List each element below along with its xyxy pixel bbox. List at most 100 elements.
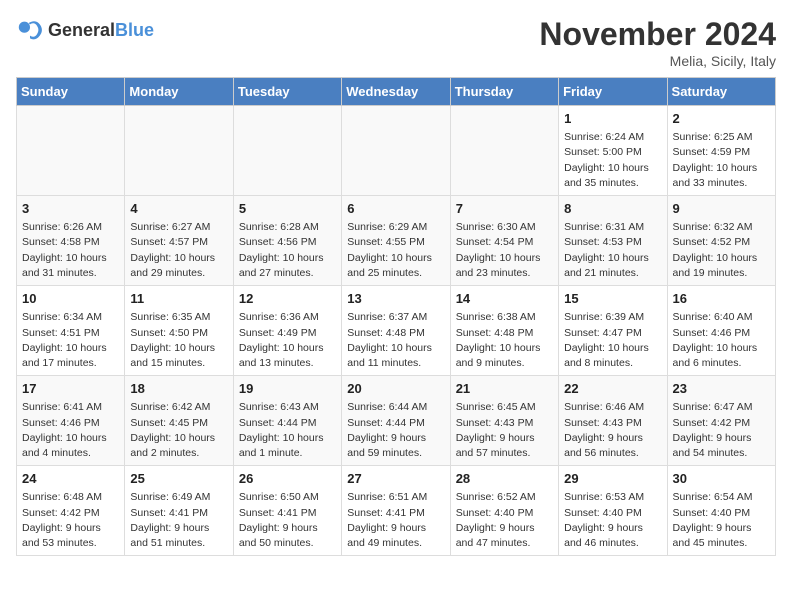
page-header: GeneralBlue November 2024 Melia, Sicily,… (16, 16, 776, 69)
calendar-week-row: 1 Sunrise: 6:24 AM Sunset: 5:00 PM Daylig… (17, 106, 776, 196)
calendar-cell: 29 Sunrise: 6:53 AM Sunset: 4:40 PM Dayli… (559, 466, 667, 556)
calendar-cell: 7 Sunrise: 6:30 AM Sunset: 4:54 PM Daylig… (450, 196, 558, 286)
day-number: 25 (130, 470, 227, 488)
month-title: November 2024 (539, 16, 776, 53)
logo-icon (16, 16, 44, 44)
day-info: Sunrise: 6:36 AM Sunset: 4:49 PM Dayligh… (239, 310, 336, 371)
day-info: Sunrise: 6:24 AM Sunset: 5:00 PM Dayligh… (564, 130, 661, 191)
calendar-table: SundayMondayTuesdayWednesdayThursdayFrid… (16, 77, 776, 556)
calendar-cell: 15Sunrise: 6:39 AM Sunset: 4:47 PM Dayli… (559, 286, 667, 376)
day-number: 14 (456, 290, 553, 308)
calendar-cell: 24Sunrise: 6:48 AM Sunset: 4:42 PM Dayli… (17, 466, 125, 556)
calendar-cell: 10 Sunrise: 6:34 AM Sunset: 4:51 PM Dayli… (17, 286, 125, 376)
day-info: Sunrise: 6:52 AM Sunset: 4:40 PM Dayligh… (456, 490, 553, 551)
calendar-week-row: 10 Sunrise: 6:34 AM Sunset: 4:51 PM Dayli… (17, 286, 776, 376)
weekday-header-wednesday: Wednesday (342, 78, 450, 106)
day-number: 16 (673, 290, 770, 308)
day-number: 30 (673, 470, 770, 488)
day-info: Sunrise: 6:29 AM Sunset: 4:55 PM Dayligh… (347, 220, 444, 281)
calendar-cell: 28 Sunrise: 6:52 AM Sunset: 4:40 PM Dayli… (450, 466, 558, 556)
day-number: 15 (564, 290, 661, 308)
day-number: 6 (347, 200, 444, 218)
calendar-cell: 27 Sunrise: 6:51 AM Sunset: 4:41 PM Dayli… (342, 466, 450, 556)
calendar-cell (233, 106, 341, 196)
day-number: 9 (673, 200, 770, 218)
day-number: 2 (673, 110, 770, 128)
day-number: 3 (22, 200, 119, 218)
calendar-cell: 22 Sunrise: 6:46 AM Sunset: 4:43 PM Dayli… (559, 376, 667, 466)
day-number: 23 (673, 380, 770, 398)
calendar-cell: 11 Sunrise: 6:35 AM Sunset: 4:50 PM Dayli… (125, 286, 233, 376)
title-area: November 2024 Melia, Sicily, Italy (539, 16, 776, 69)
calendar-week-row: 3 Sunrise: 6:26 AM Sunset: 4:58 PM Daylig… (17, 196, 776, 286)
day-info: Sunrise: 6:35 AM Sunset: 4:50 PM Dayligh… (130, 310, 227, 371)
calendar-cell: 9 Sunrise: 6:32 AM Sunset: 4:52 PM Daylig… (667, 196, 775, 286)
day-number: 8 (564, 200, 661, 218)
calendar-cell (17, 106, 125, 196)
day-number: 22 (564, 380, 661, 398)
calendar-cell (342, 106, 450, 196)
day-info: Sunrise: 6:31 AM Sunset: 4:53 PM Dayligh… (564, 220, 661, 281)
calendar-cell: 26Sunrise: 6:50 AM Sunset: 4:41 PM Dayli… (233, 466, 341, 556)
weekday-header-friday: Friday (559, 78, 667, 106)
weekday-header-sunday: Sunday (17, 78, 125, 106)
day-info: Sunrise: 6:27 AM Sunset: 4:57 PM Dayligh… (130, 220, 227, 281)
calendar-cell: 13 Sunrise: 6:37 AM Sunset: 4:48 PM Dayli… (342, 286, 450, 376)
calendar-cell: 19Sunrise: 6:43 AM Sunset: 4:44 PM Dayli… (233, 376, 341, 466)
day-number: 21 (456, 380, 553, 398)
day-number: 24 (22, 470, 119, 488)
calendar-cell (125, 106, 233, 196)
day-number: 20 (347, 380, 444, 398)
day-info: Sunrise: 6:28 AM Sunset: 4:56 PM Dayligh… (239, 220, 336, 281)
calendar-cell: 30 Sunrise: 6:54 AM Sunset: 4:40 PM Dayli… (667, 466, 775, 556)
location-subtitle: Melia, Sicily, Italy (539, 53, 776, 69)
calendar-cell: 21Sunrise: 6:45 AM Sunset: 4:43 PM Dayli… (450, 376, 558, 466)
logo: GeneralBlue (16, 16, 154, 44)
calendar-cell: 12Sunrise: 6:36 AM Sunset: 4:49 PM Dayli… (233, 286, 341, 376)
logo-general: General (48, 20, 115, 40)
day-info: Sunrise: 6:38 AM Sunset: 4:48 PM Dayligh… (456, 310, 553, 371)
day-number: 19 (239, 380, 336, 398)
day-info: Sunrise: 6:51 AM Sunset: 4:41 PM Dayligh… (347, 490, 444, 551)
day-info: Sunrise: 6:49 AM Sunset: 4:41 PM Dayligh… (130, 490, 227, 551)
day-info: Sunrise: 6:34 AM Sunset: 4:51 PM Dayligh… (22, 310, 119, 371)
day-number: 27 (347, 470, 444, 488)
calendar-cell: 18Sunrise: 6:42 AM Sunset: 4:45 PM Dayli… (125, 376, 233, 466)
calendar-cell: 6 Sunrise: 6:29 AM Sunset: 4:55 PM Daylig… (342, 196, 450, 286)
day-info: Sunrise: 6:46 AM Sunset: 4:43 PM Dayligh… (564, 400, 661, 461)
day-info: Sunrise: 6:44 AM Sunset: 4:44 PM Dayligh… (347, 400, 444, 461)
day-info: Sunrise: 6:42 AM Sunset: 4:45 PM Dayligh… (130, 400, 227, 461)
day-number: 10 (22, 290, 119, 308)
calendar-week-row: 17 Sunrise: 6:41 AM Sunset: 4:46 PM Dayli… (17, 376, 776, 466)
day-info: Sunrise: 6:30 AM Sunset: 4:54 PM Dayligh… (456, 220, 553, 281)
calendar-cell: 8 Sunrise: 6:31 AM Sunset: 4:53 PM Daylig… (559, 196, 667, 286)
day-info: Sunrise: 6:26 AM Sunset: 4:58 PM Dayligh… (22, 220, 119, 281)
calendar-cell: 23Sunrise: 6:47 AM Sunset: 4:42 PM Dayli… (667, 376, 775, 466)
logo-text: GeneralBlue (48, 20, 154, 41)
day-info: Sunrise: 6:32 AM Sunset: 4:52 PM Dayligh… (673, 220, 770, 281)
calendar-cell: 20 Sunrise: 6:44 AM Sunset: 4:44 PM Dayli… (342, 376, 450, 466)
calendar-header-row: SundayMondayTuesdayWednesdayThursdayFrid… (17, 78, 776, 106)
day-number: 17 (22, 380, 119, 398)
weekday-header-tuesday: Tuesday (233, 78, 341, 106)
day-number: 13 (347, 290, 444, 308)
weekday-header-saturday: Saturday (667, 78, 775, 106)
day-info: Sunrise: 6:40 AM Sunset: 4:46 PM Dayligh… (673, 310, 770, 371)
day-number: 11 (130, 290, 227, 308)
day-info: Sunrise: 6:41 AM Sunset: 4:46 PM Dayligh… (22, 400, 119, 461)
day-number: 1 (564, 110, 661, 128)
calendar-cell: 5 Sunrise: 6:28 AM Sunset: 4:56 PM Daylig… (233, 196, 341, 286)
calendar-week-row: 24Sunrise: 6:48 AM Sunset: 4:42 PM Dayli… (17, 466, 776, 556)
day-number: 29 (564, 470, 661, 488)
day-number: 7 (456, 200, 553, 218)
calendar-cell (450, 106, 558, 196)
day-info: Sunrise: 6:53 AM Sunset: 4:40 PM Dayligh… (564, 490, 661, 551)
weekday-header-thursday: Thursday (450, 78, 558, 106)
day-number: 5 (239, 200, 336, 218)
calendar-cell: 25 Sunrise: 6:49 AM Sunset: 4:41 PM Dayli… (125, 466, 233, 556)
day-info: Sunrise: 6:50 AM Sunset: 4:41 PM Dayligh… (239, 490, 336, 551)
logo-blue: Blue (115, 20, 154, 40)
day-info: Sunrise: 6:54 AM Sunset: 4:40 PM Dayligh… (673, 490, 770, 551)
day-number: 28 (456, 470, 553, 488)
day-info: Sunrise: 6:37 AM Sunset: 4:48 PM Dayligh… (347, 310, 444, 371)
